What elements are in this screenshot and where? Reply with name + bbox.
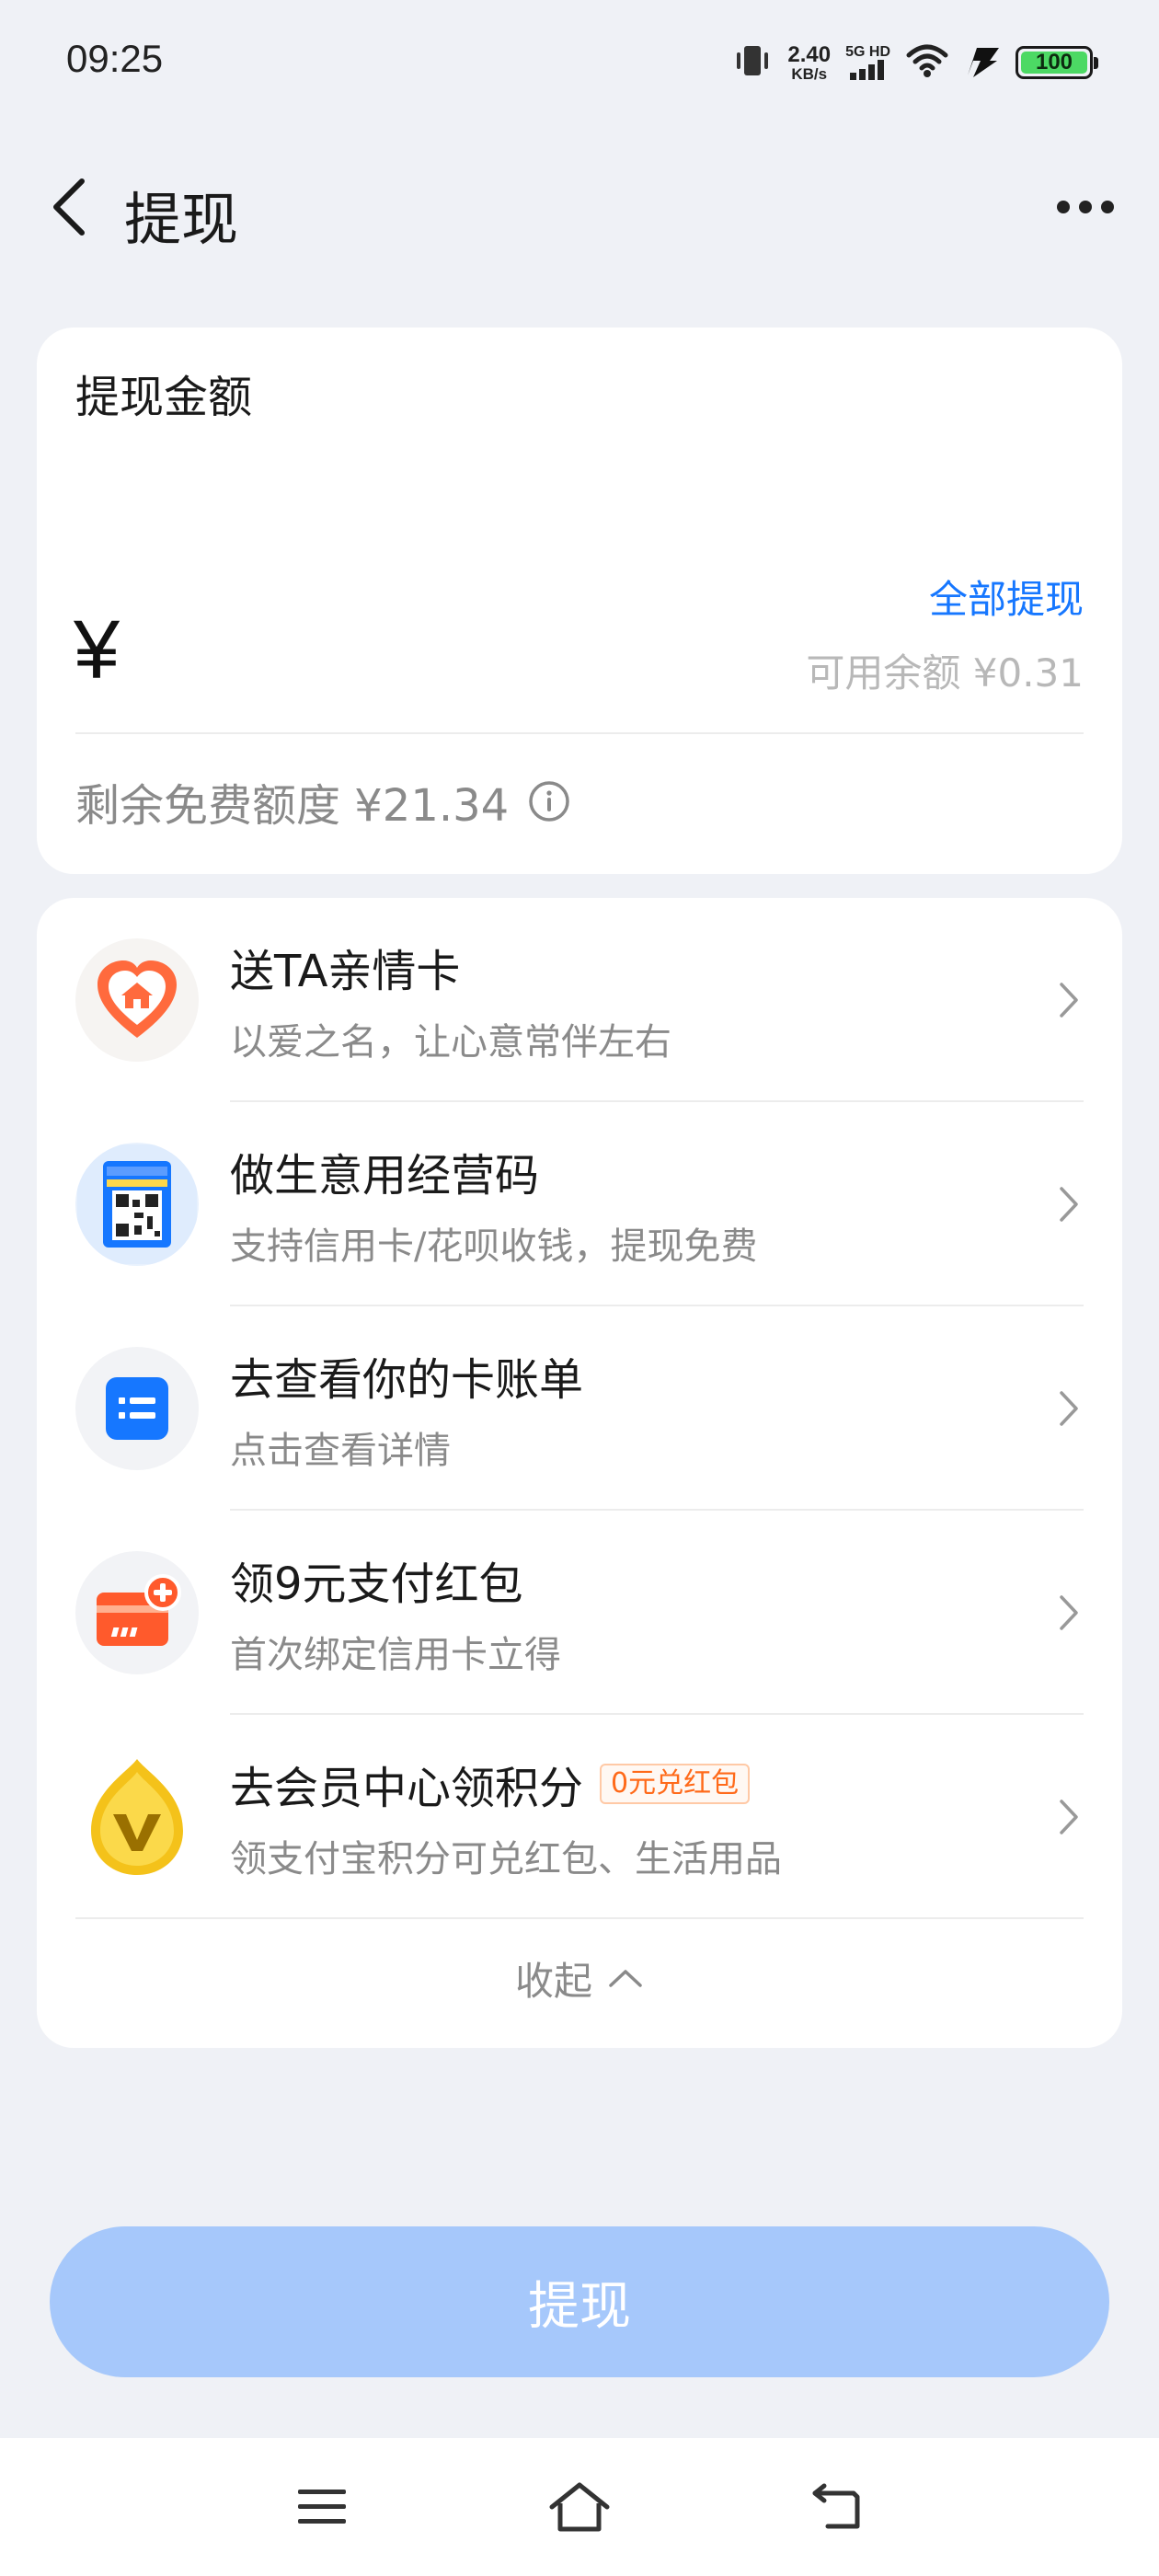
network-speed-value: 2.40 xyxy=(787,41,832,67)
home-icon xyxy=(549,2482,610,2532)
list-item-title-text: 去查看你的卡账单 xyxy=(230,1354,584,1406)
withdraw-submit-button[interactable]: 提现 xyxy=(50,2226,1109,2377)
cellular-signal: 5G HD xyxy=(845,45,890,80)
amount-card: 提现金额 全部提现 ¥ 可用余额 ¥0.31 剩余免费额度 ¥21.34 xyxy=(37,328,1122,874)
list-item-subtitle: 以爱之名，让心意常伴左右 xyxy=(230,1021,671,1064)
menu-icon xyxy=(298,2490,346,2524)
vibrate-icon xyxy=(732,40,773,85)
heart-house-icon xyxy=(75,938,199,1062)
list-item-subtitle: 首次绑定信用卡立得 xyxy=(230,1634,561,1676)
chevron-right-icon xyxy=(1050,1386,1087,1432)
wifi-icon xyxy=(905,42,949,83)
chevron-up-icon xyxy=(609,1970,642,1987)
battery-level: 100 xyxy=(1021,50,1087,75)
amount-input[interactable]: ¥ xyxy=(74,604,120,698)
list-item-title-text: 送TA亲情卡 xyxy=(230,946,461,997)
more-dots-icon xyxy=(1057,201,1114,213)
system-nav-bar xyxy=(0,2438,1159,2576)
withdraw-all-link[interactable]: 全部提现 xyxy=(929,569,1084,625)
list-item-subtitle: 点击查看详情 xyxy=(230,1430,451,1472)
promo-tag: 0元兑红包 xyxy=(600,1764,751,1804)
list-item-title: 去查看你的卡账单 xyxy=(230,1343,583,1408)
amount-label: 提现金额 xyxy=(75,372,253,423)
list-item-title: 送TA亲情卡 xyxy=(230,935,460,999)
list-item-subtitle: 支持信用卡/花呗收钱，提现免费 xyxy=(230,1225,758,1268)
battery-icon: 100 xyxy=(1016,46,1098,79)
collapse-button[interactable]: 收起 xyxy=(37,1932,1122,2024)
list-item-card-bill[interactable]: 去查看你的卡账单 点击查看详情 xyxy=(37,1306,1122,1511)
charging-icon xyxy=(964,42,1001,83)
list-item-title: 领9元支付红包 xyxy=(230,1547,523,1612)
free-quota-text: 剩余免费额度 ¥21.34 xyxy=(75,780,510,832)
free-quota-row: 剩余免费额度 ¥21.34 xyxy=(75,769,571,834)
divider xyxy=(75,1917,1084,1919)
signal-bars-icon xyxy=(849,60,884,80)
available-balance: 可用余额 ¥0.31 xyxy=(806,650,1084,696)
network-speed: 2.40 KB/s xyxy=(787,41,832,83)
list-item-member-center[interactable]: 去会员中心领积分 0元兑红包 领支付宝积分可兑红包、生活用品 xyxy=(37,1715,1122,1919)
qr-code-icon xyxy=(75,1143,199,1266)
back-button[interactable] xyxy=(37,175,101,239)
network-type-label: 5G HD xyxy=(845,44,890,60)
promo-list: 送TA亲情卡 以爱之名，让心意常伴左右 做生意用经营码 支持信用卡/花呗收钱，提… xyxy=(37,898,1122,2048)
chevron-right-icon xyxy=(1050,977,1087,1023)
status-bar: 09:25 2.40 KB/s 5G HD 100 xyxy=(0,0,1159,120)
network-speed-unit: KB/s xyxy=(791,64,828,83)
chevron-right-icon xyxy=(1050,1794,1087,1840)
status-time: 09:25 xyxy=(66,37,164,80)
list-item-red-packet[interactable]: 领9元支付红包 首次绑定信用卡立得 xyxy=(37,1511,1122,1715)
info-icon[interactable] xyxy=(527,779,571,823)
status-icons: 2.40 KB/s 5G HD 100 xyxy=(732,37,1098,88)
collapse-label: 收起 xyxy=(514,1958,592,2004)
list-item-title-text: 领9元支付红包 xyxy=(230,1558,523,1610)
app-header: 提现 xyxy=(0,147,1159,267)
chevron-right-icon xyxy=(1050,1590,1087,1636)
list-item-business-code[interactable]: 做生意用经营码 支持信用卡/花呗收钱，提现免费 xyxy=(37,1102,1122,1306)
bill-icon xyxy=(75,1347,199,1470)
page-title: 提现 xyxy=(124,186,239,253)
list-item-title-text: 去会员中心领积分 xyxy=(230,1763,584,1814)
back-nav-button[interactable] xyxy=(800,2475,874,2539)
menu-nav-button[interactable] xyxy=(285,2475,359,2539)
chevron-left-icon xyxy=(53,178,85,236)
card-plus-icon xyxy=(75,1551,199,1674)
list-item-family-card[interactable]: 送TA亲情卡 以爱之名，让心意常伴左右 xyxy=(37,898,1122,1102)
home-nav-button[interactable] xyxy=(543,2475,616,2539)
member-v-icon xyxy=(75,1755,199,1879)
list-item-title: 做生意用经营码 xyxy=(230,1139,539,1203)
list-item-title: 去会员中心领积分 0元兑红包 xyxy=(230,1752,751,1816)
divider xyxy=(75,732,1084,734)
more-button[interactable] xyxy=(1049,175,1122,239)
list-item-subtitle: 领支付宝积分可兑红包、生活用品 xyxy=(230,1838,782,1880)
back-arrow-icon xyxy=(812,2483,860,2529)
list-item-title-text: 做生意用经营码 xyxy=(230,1150,540,1202)
chevron-right-icon xyxy=(1050,1181,1087,1227)
